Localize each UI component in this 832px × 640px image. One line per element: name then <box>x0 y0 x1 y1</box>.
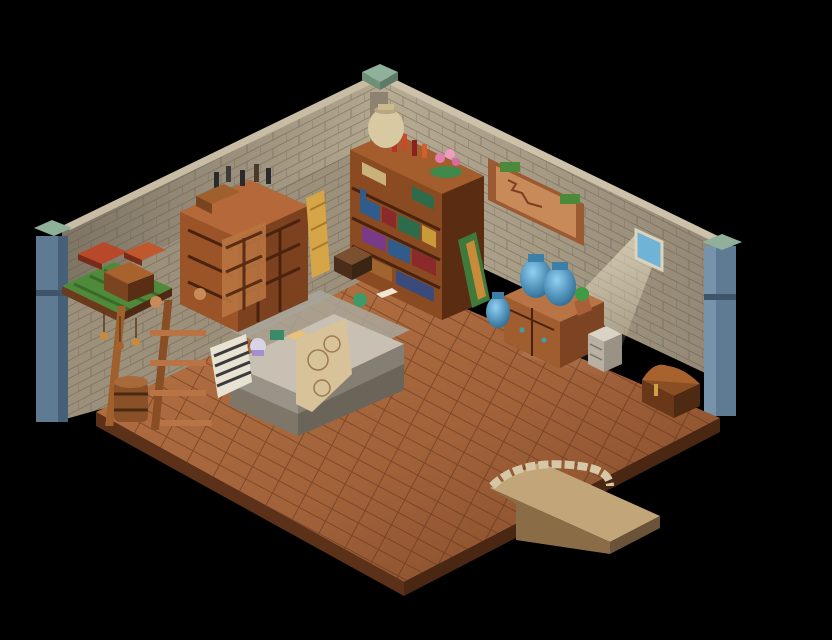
wooden-barrel[interactable] <box>114 376 148 422</box>
drawer-stack[interactable] <box>588 326 622 372</box>
game-scene <box>34 64 742 596</box>
left-pillar <box>34 220 72 422</box>
right-pillar <box>702 234 742 416</box>
